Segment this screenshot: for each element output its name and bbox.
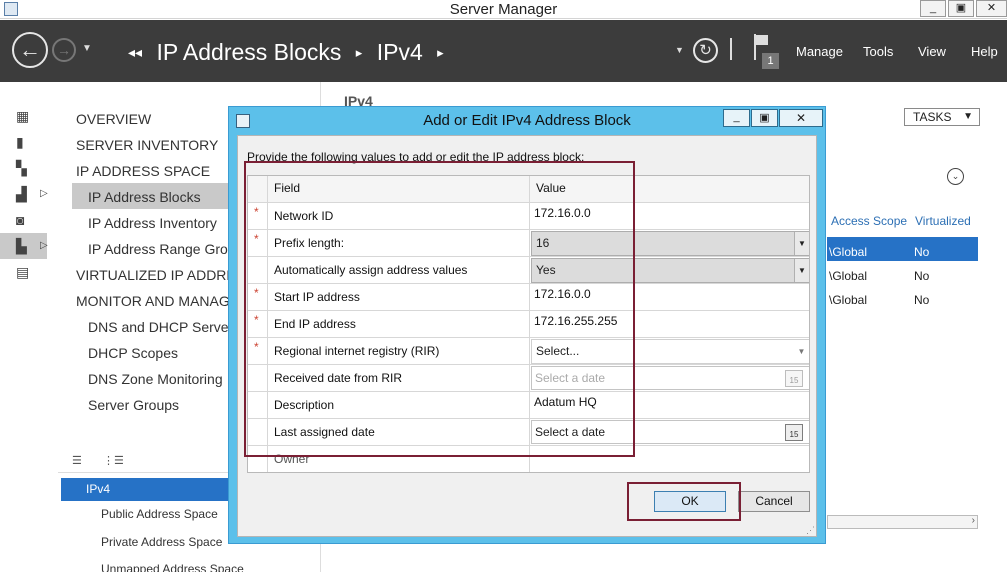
calendar-icon[interactable]: 15	[785, 370, 803, 387]
minimize-button[interactable]: _	[920, 0, 946, 17]
menu-view[interactable]: View	[918, 44, 946, 59]
calendar-icon[interactable]: 15	[785, 424, 803, 441]
breadcrumb-prefix-icon[interactable]: ◂◂	[128, 44, 142, 60]
navigation-bar: ← → ▼ ◂◂ IP Address Blocks ▸ IPv4 ▸ ▼ ↻ …	[0, 20, 1007, 82]
nav-item-server-groups[interactable]: Server Groups	[88, 397, 179, 413]
close-window-button[interactable]: ✕	[976, 0, 1007, 17]
column-header-virtualized[interactable]: Virtualized	[915, 214, 971, 228]
chevron-down-icon: ▼	[963, 111, 973, 122]
cancel-button[interactable]: Cancel	[738, 491, 810, 512]
iis-icon[interactable]: ◙	[16, 213, 32, 227]
nav-item-ip-address-range-groups[interactable]: IP Address Range Grou	[88, 241, 236, 257]
nav-item-monitor-and-manage[interactable]: MONITOR AND MANAG	[76, 293, 230, 309]
refresh-icon[interactable]: ↻	[693, 38, 718, 63]
history-dropdown-icon[interactable]: ▼	[82, 43, 92, 54]
row-3-virtualized[interactable]: No	[914, 293, 929, 307]
breadcrumb-ip-address-blocks[interactable]: IP Address Blocks	[156, 39, 341, 65]
resize-grip-icon[interactable]: ⋰	[806, 525, 815, 536]
row-1-virtualized[interactable]: No	[914, 245, 929, 259]
nav-item-overview[interactable]: OVERVIEW	[76, 111, 151, 127]
nav-item-ip-address-blocks[interactable]: IP Address Blocks	[88, 189, 201, 205]
file-services-icon[interactable]: ▟	[16, 187, 32, 201]
chevron-down-icon[interactable]: ▼	[794, 232, 809, 255]
collapse-icon[interactable]: ⌄	[947, 168, 964, 185]
dialog-close-button[interactable]: ✕	[779, 109, 823, 127]
tree-item-private-address-space[interactable]: Private Address Space	[101, 535, 222, 549]
nav-item-server-inventory[interactable]: SERVER INVENTORY	[76, 137, 218, 153]
notifications-flag-icon[interactable]: 1	[752, 34, 780, 70]
forward-arrow-icon[interactable]: →	[52, 38, 76, 62]
back-arrow-icon[interactable]: ←	[12, 32, 48, 68]
nav-item-dns-zone-monitoring[interactable]: DNS Zone Monitoring	[88, 371, 223, 387]
expand-arrow-icon[interactable]: ▷	[40, 188, 48, 199]
horizontal-scrollbar[interactable]: ›	[827, 515, 978, 529]
local-server-icon[interactable]: ▮	[16, 135, 32, 149]
row-2-access-scope[interactable]: \Global	[829, 269, 867, 283]
column-header-access-scope[interactable]: Access Scope	[831, 214, 907, 228]
restore-button[interactable]: ▣	[948, 0, 974, 17]
scroll-right-icon[interactable]: ›	[972, 515, 975, 526]
nav-item-dhcp-scopes[interactable]: DHCP Scopes	[88, 345, 178, 361]
menu-help[interactable]: Help	[971, 44, 998, 59]
chevron-down-icon[interactable]: ▼	[794, 259, 809, 282]
tasks-label: TASKS	[913, 110, 952, 124]
dashboard-icon[interactable]: ▦	[16, 109, 32, 123]
dialog-minimize-button[interactable]: _	[723, 109, 750, 127]
nav-item-ip-address-inventory[interactable]: IP Address Inventory	[88, 215, 217, 231]
dropdown-icon[interactable]: ▼	[675, 45, 684, 55]
row-3-access-scope[interactable]: \Global	[829, 293, 867, 307]
breadcrumb-sep-icon: ▸	[437, 45, 444, 60]
menu-tools[interactable]: Tools	[863, 44, 893, 59]
highlight-box-fields	[244, 161, 635, 457]
nav-item-dns-dhcp-servers[interactable]: DNS and DHCP Servers	[88, 319, 240, 335]
dialog-maximize-button[interactable]: ▣	[751, 109, 778, 127]
nav-item-ip-address-space[interactable]: IP ADDRESS SPACE	[76, 163, 210, 179]
expand-arrow-icon[interactable]: ▷	[40, 240, 48, 251]
breadcrumb: ◂◂ IP Address Blocks ▸ IPv4 ▸	[128, 39, 452, 66]
highlight-box-ok	[627, 482, 741, 521]
row-1-access-scope[interactable]: \Global	[829, 245, 867, 259]
window-titlebar: Server Manager _ ▣ ✕	[0, 0, 1007, 19]
tree-item-unmapped-address-space[interactable]: Unmapped Address Space	[101, 562, 244, 572]
notification-count-badge: 1	[762, 53, 779, 69]
menu-manage[interactable]: Manage	[796, 44, 843, 59]
tree-item-ipv4[interactable]: IPv4	[86, 482, 110, 496]
window-title: Server Manager	[449, 1, 558, 18]
all-servers-icon[interactable]: ▚	[16, 161, 32, 175]
breadcrumb-sep-icon: ▸	[355, 45, 363, 60]
list-view-icon[interactable]: ☰	[72, 454, 82, 467]
ipam-icon[interactable]: ▙	[16, 239, 32, 253]
wsus-icon[interactable]: ▤	[16, 265, 32, 279]
nav-item-virtualized-ip-address[interactable]: VIRTUALIZED IP ADDRES	[76, 267, 245, 283]
left-icon-bar: ▦ ▮ ▚ ▟ ▷ ◙ ▙ ▷ ▤	[0, 82, 48, 572]
tree-item-public-address-space[interactable]: Public Address Space	[101, 507, 218, 521]
toolbar-divider	[730, 38, 732, 60]
row-2-virtualized[interactable]: No	[914, 269, 929, 283]
tree-view-icon[interactable]: ⋮☰	[103, 454, 124, 467]
breadcrumb-ipv4[interactable]: IPv4	[377, 39, 423, 65]
tasks-dropdown[interactable]: TASKS ▼	[904, 108, 980, 126]
chevron-down-icon[interactable]: ▼	[794, 340, 809, 363]
